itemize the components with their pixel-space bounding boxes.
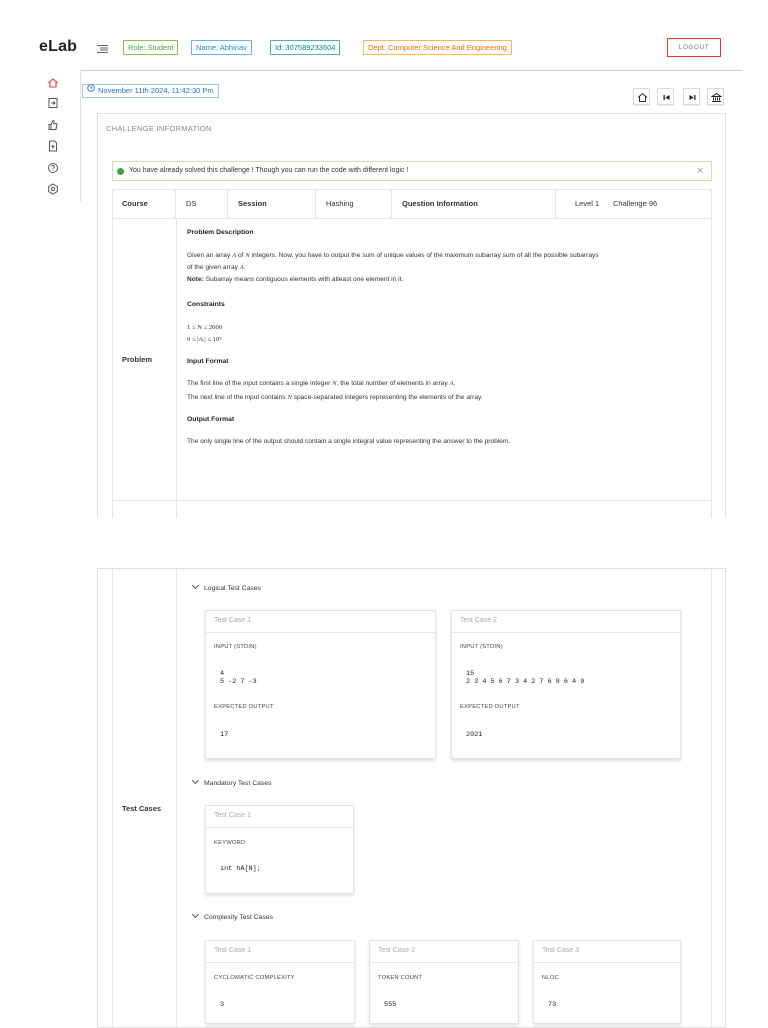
input-label: INPUT (STDIN) — [214, 644, 257, 650]
settings-icon[interactable] — [47, 182, 59, 195]
problem-label: Problem — [122, 355, 153, 364]
check-circle-icon — [117, 168, 124, 175]
sidebar-divider — [80, 70, 81, 202]
complexity-testcase-1: Test Case 1 CYCLOMATIC COMPLEXITY 3 — [205, 940, 355, 1024]
mandatory-testcases-toggle[interactable]: Mandatory Test Cases — [191, 776, 272, 787]
testcase-title: Test Case 3 — [542, 947, 579, 954]
document-icon[interactable] — [47, 139, 59, 152]
complexity-testcases-toggle[interactable]: Complexity Test Cases — [191, 910, 273, 921]
mandatory-testcase-1: Test Case 1 KEYWORD int hA[N]; — [205, 805, 354, 894]
output-format-line: The only single line of the output shoul… — [187, 438, 511, 445]
metric-value: 3 — [220, 1001, 225, 1009]
input-format-line1: The first line of the input contains a s… — [187, 380, 456, 387]
session-label: Session — [228, 189, 316, 219]
testcase-title: Test Case 2 — [378, 947, 415, 954]
constraints-title: Constraints — [187, 301, 225, 308]
menu-toggle-icon[interactable] — [97, 41, 108, 53]
expected-output-value: 2021 — [466, 731, 483, 739]
expected-output-value: 17 — [220, 731, 229, 739]
testcases-label: Test Cases — [122, 804, 162, 813]
testcase-title: Test Case 2 — [460, 617, 497, 624]
testcase-title: Test Case 1 — [214, 617, 251, 624]
logical-testcase-1: Test Case 1 INPUT (STDIN) 4 5 -2 7 -3 EX… — [205, 610, 436, 759]
metric-label: NLOC — [542, 975, 559, 981]
id-badge: Id: 307589233604 — [270, 40, 341, 55]
input-format-line2: The next line of the input contains N sp… — [187, 394, 483, 401]
problem-note: Note: Subarray means contiguous elements… — [187, 276, 404, 283]
complexity-testcase-2: Test Case 2 TOKEN COUNT 555 — [369, 940, 519, 1024]
nav-previous-button[interactable] — [657, 88, 674, 105]
nav-bank-button[interactable] — [707, 88, 724, 105]
metric-label: TOKEN COUNT — [378, 975, 423, 981]
testcases-divider — [176, 568, 177, 1028]
help-icon[interactable] — [47, 161, 59, 173]
metric-label: CYCLOMATIC COMPLEXITY — [214, 975, 295, 981]
skip-next-icon — [689, 95, 696, 100]
challenge-number: Challenge 96 — [613, 199, 658, 208]
input-value: 4 5 -2 7 -3 — [220, 670, 257, 686]
challenge-section-title: CHALLENGE INFORMATION — [106, 124, 212, 133]
problem-description-line1: Given an array A of N integers. Now, you… — [187, 252, 599, 259]
input-value: 15 2 3 4 5 6 7 3 4 2 7 6 8 6 4 9 — [466, 670, 585, 686]
constraint-1: 1 ≤ N ≤ 2000 — [187, 324, 223, 331]
metric-value: 73 — [548, 1001, 557, 1009]
header-divider — [80, 70, 742, 71]
nav-next-button[interactable] — [683, 88, 700, 105]
problem-description-line2: of the given array A. — [187, 264, 246, 271]
datetime-badge: November 11th 2024, 11:42:30 Pm — [82, 84, 219, 98]
logical-testcase-2: Test Case 2 INPUT (STDIN) 15 2 3 4 5 6 7… — [451, 610, 681, 759]
input-format-title: Input Format — [187, 358, 229, 365]
input-label: INPUT (STDIN) — [460, 644, 503, 650]
bank-icon — [711, 92, 722, 102]
nav-home-button[interactable] — [633, 88, 650, 105]
thumbs-up-icon[interactable] — [47, 118, 59, 130]
logical-testcases-toggle[interactable]: Logical Test Cases — [191, 581, 261, 592]
metric-value: 555 — [384, 1001, 397, 1009]
dept-badge: Dept: Computer Science And Engineering — [363, 40, 512, 55]
course-value: DS — [176, 189, 228, 219]
close-icon[interactable]: × — [697, 165, 703, 177]
datetime-text: November 11th 2024, 11:42:30 Pm — [98, 86, 214, 95]
login-icon[interactable] — [47, 96, 59, 108]
testcase-title: Test Case 1 — [214, 947, 251, 954]
expected-output-label: EXPECTED OUTPUT — [214, 704, 274, 710]
session-value: Hashing — [316, 189, 392, 219]
question-info-label: Question Information — [392, 189, 556, 219]
problem-bottom-line — [112, 500, 712, 501]
course-label: Course — [112, 189, 176, 219]
clock-icon — [87, 84, 95, 96]
home-icon — [637, 92, 648, 102]
expected-output-label: EXPECTED OUTPUT — [460, 704, 520, 710]
problem-divider — [176, 219, 177, 518]
constraint-2: 0 ≤ |Aᵢ| ≤ 10⁹ — [187, 336, 222, 343]
complexity-testcase-3: Test Case 3 NLOC 73 — [533, 940, 681, 1024]
testcase-title: Test Case 1 — [214, 812, 251, 819]
output-format-title: Output Format — [187, 416, 235, 423]
app-logo: eLab — [39, 38, 78, 55]
keyword-value: int hA[N]; — [220, 865, 261, 873]
role-badge: Role: Student — [123, 40, 179, 55]
name-badge: Name: Abhinav — [191, 40, 252, 55]
level-value: Level 1 — [575, 199, 600, 208]
solved-alert: You have already solved this challenge !… — [112, 161, 712, 181]
problem-description-title: Problem Description — [187, 229, 254, 236]
logout-button[interactable]: LOGOUT — [667, 38, 721, 57]
home-icon[interactable] — [47, 76, 59, 88]
keyword-label: KEYWORD — [214, 840, 246, 846]
skip-previous-icon — [663, 95, 670, 100]
